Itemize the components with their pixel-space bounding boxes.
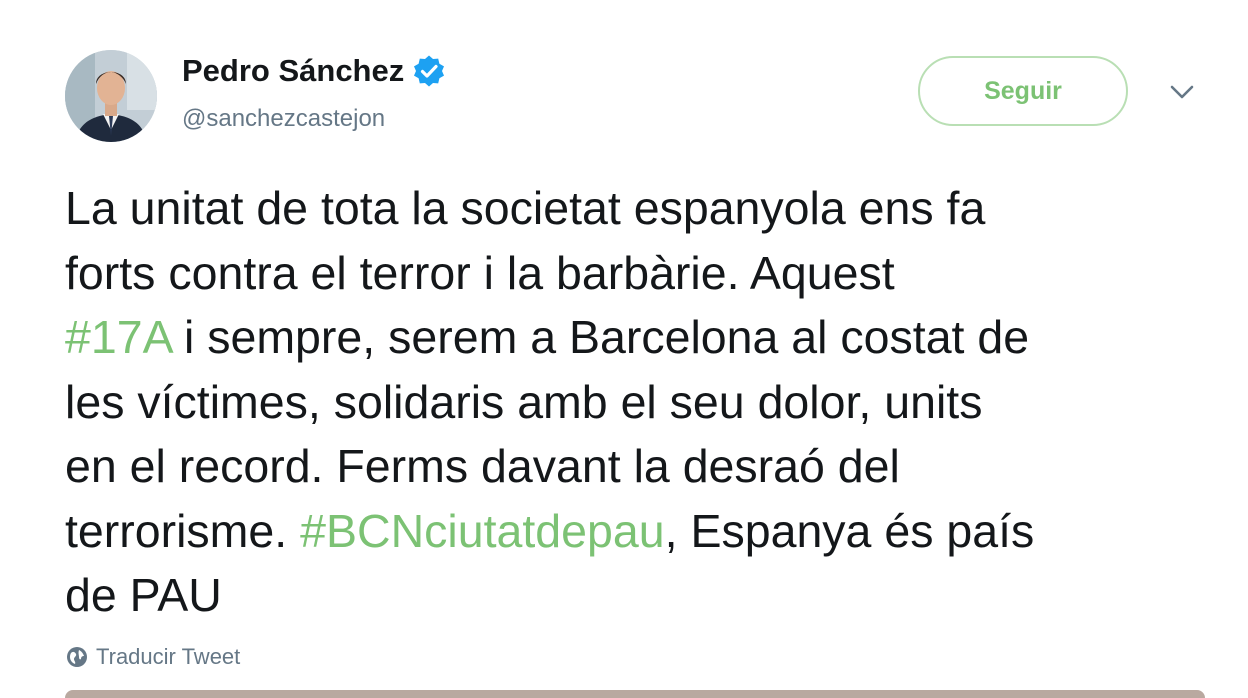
tweet-text: La unitat de tota la societat espanyola … — [65, 176, 1215, 628]
tweet-text-line: terrorisme. #BCNciutatdepau, Espanya és … — [65, 499, 1215, 564]
tweet-text-line: #17A i sempre, serem a Barcelona al cost… — [65, 305, 1215, 370]
tweet-text-segment: en el record. Ferms davant la desraó del — [65, 440, 900, 492]
tweet-text-segment: les víctimes, solidaris amb el seu dolor… — [65, 375, 983, 428]
hashtag-link[interactable]: #17A — [65, 311, 171, 363]
tweet-text-segment: terrorisme. — [65, 504, 301, 557]
tweet-text-line: en el record. Ferms davant la desraó del — [65, 434, 1215, 499]
hashtag-link[interactable]: #BCNciutatdepau — [300, 505, 665, 557]
chevron-down-icon[interactable] — [1168, 82, 1196, 102]
author-name[interactable]: Pedro Sánchez — [182, 53, 446, 89]
media-preview[interactable] — [65, 690, 1205, 698]
author-name-text: Pedro Sánchez — [182, 53, 405, 88]
tweet-text-segment: de PAU — [65, 569, 222, 621]
tweet-text-segment: La unitat de tota la societat espanyola … — [65, 182, 986, 234]
verified-badge-icon — [412, 54, 446, 88]
follow-button[interactable]: Seguir — [918, 56, 1128, 126]
tweet-text-line: La unitat de tota la societat espanyola … — [65, 176, 1215, 241]
avatar[interactable] — [65, 50, 157, 142]
tweet: Pedro Sánchez @sanchezcastejon Seguir La… — [0, 0, 1248, 698]
tweet-text-line: les víctimes, solidaris amb el seu dolor… — [65, 370, 1215, 435]
tweet-text-segment: i sempre, serem a Barcelona al costat de — [171, 311, 1030, 363]
tweet-text-segment: , Espanya és país — [664, 504, 1035, 557]
translate-label: Traducir Tweet — [96, 644, 241, 669]
tweet-text-line: forts contra el terror i la barbàrie. Aq… — [65, 241, 1215, 306]
author-handle[interactable]: @sanchezcastejon — [182, 105, 385, 133]
tweet-text-segment: forts contra el terror i la barbàrie. Aq… — [65, 246, 895, 299]
translate-tweet-link[interactable]: Traducir Tweet — [65, 644, 240, 670]
tweet-text-line: de PAU — [65, 563, 1215, 628]
globe-icon — [65, 645, 89, 669]
